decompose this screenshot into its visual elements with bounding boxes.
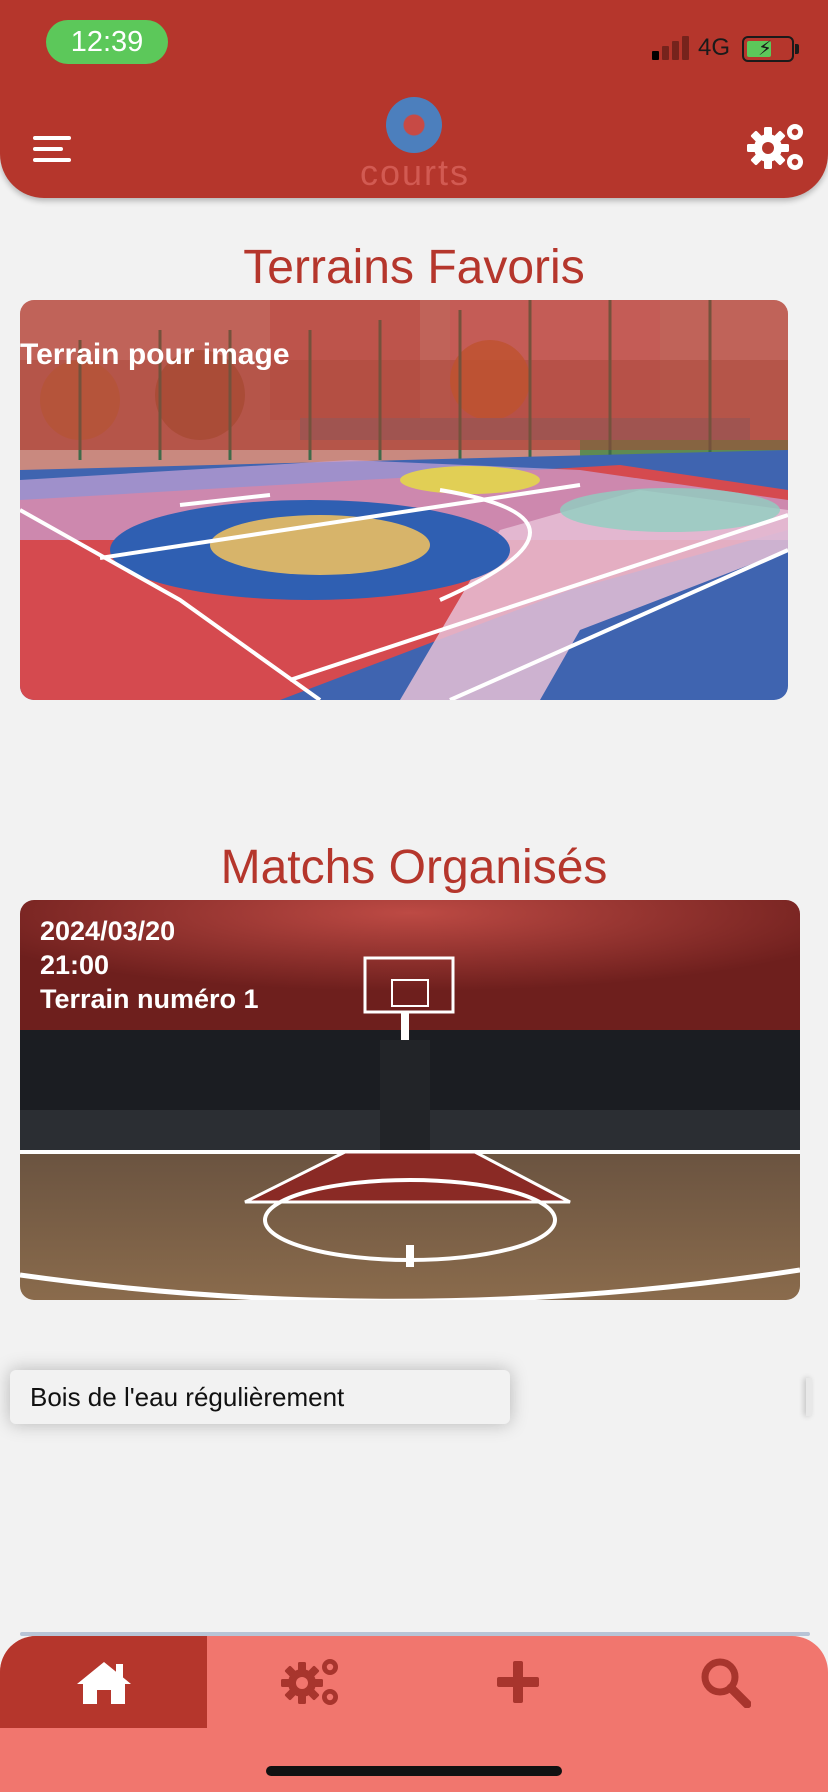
favorite-court-card[interactable]: Terrain pour image [20,300,788,700]
battery-icon: ⚡ [742,36,799,62]
next-tip-card-edge[interactable] [806,1378,812,1416]
tip-card: Bois de l'eau régulièrement [10,1370,510,1424]
status-time: 12:39 [46,20,168,64]
nav-search[interactable] [621,1636,828,1728]
home-indicator[interactable] [266,1766,562,1776]
match-date: 2024/03/20 [40,916,176,946]
settings-gears-icon[interactable] [744,118,808,176]
match-time: 21:00 [40,950,110,980]
network-label: 4G [698,34,731,61]
nav-settings[interactable] [207,1636,414,1728]
nav-home[interactable] [0,1636,207,1728]
match-card[interactable]: 2024/03/20 21:00 Terrain numéro 1 [20,900,800,1300]
favorites-title: Terrains Favoris [243,241,585,294]
menu-icon[interactable] [33,136,71,162]
plus-icon [496,1661,539,1703]
gears-icon [280,1659,338,1705]
tip-text: Bois de l'eau régulièrement [30,1382,345,1412]
app-header: 12:39 4G ⚡ courts [0,0,828,198]
matches-title: Matchs Organisés [220,841,608,894]
favorite-court-label: Terrain pour image [20,338,290,371]
logo-ball-icon [386,97,442,153]
home-icon [76,1662,131,1704]
search-icon [701,1658,751,1708]
signal-icon [652,34,692,60]
app-logo: courts [359,152,471,193]
match-court: Terrain numéro 1 [40,984,259,1014]
nav-add[interactable] [414,1636,621,1728]
